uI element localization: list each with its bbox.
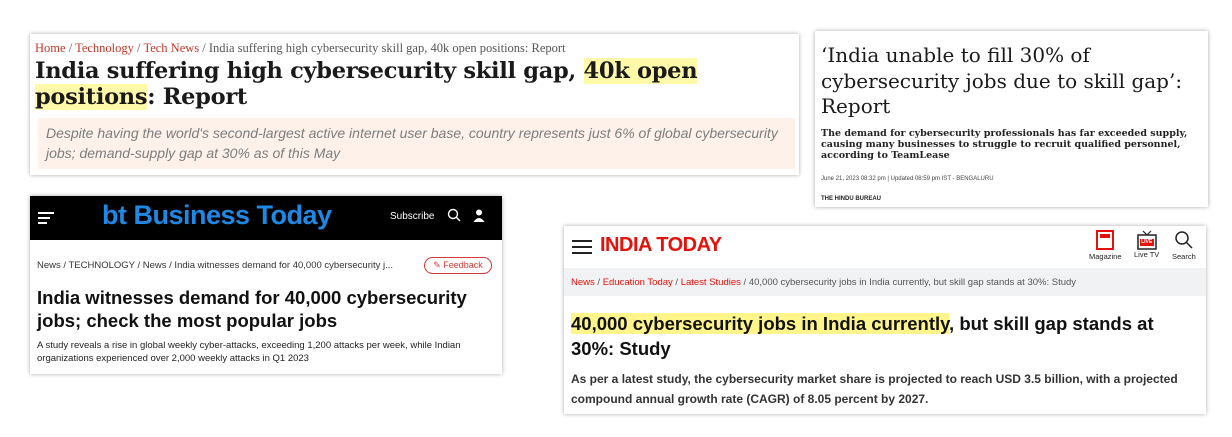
pencil-icon: ✎ bbox=[433, 260, 441, 270]
headline-part1: India suffering high cybersecurity skill… bbox=[35, 58, 584, 84]
subscribe-button[interactable]: Subscribe bbox=[390, 211, 434, 222]
article-card-2: ‘India unable to fill 30% of cybersecuri… bbox=[815, 31, 1208, 207]
breadcrumb-separator: / bbox=[675, 277, 679, 288]
subheadline: A study reveals a rise in global weekly … bbox=[37, 340, 461, 364]
feedback-label: Feedback bbox=[443, 260, 483, 270]
breadcrumb[interactable]: News / TECHNOLOGY / News / India witness… bbox=[37, 260, 393, 271]
breadcrumb-news-link[interactable]: News bbox=[571, 277, 595, 288]
magazine-label: Magazine bbox=[1089, 252, 1122, 261]
menu-icon[interactable] bbox=[38, 212, 54, 227]
breadcrumb-technology-link[interactable]: Technology bbox=[75, 41, 134, 55]
summary: The demand for cybersecurity professiona… bbox=[821, 127, 1188, 161]
menu-icon[interactable] bbox=[572, 240, 592, 258]
live-tv-label: Live TV bbox=[1134, 250, 1160, 259]
user-icon[interactable] bbox=[473, 209, 485, 222]
live-tv-button[interactable]: LIVE Live TV bbox=[1134, 230, 1159, 259]
site-logo[interactable]: INDIA TODAY bbox=[600, 234, 722, 257]
byline: THE HINDU BUREAU bbox=[821, 195, 881, 202]
logo-mark: bt bbox=[102, 200, 127, 230]
magazine-icon bbox=[1096, 230, 1115, 250]
search-label: Search bbox=[1172, 252, 1196, 261]
tv-icon: LIVE bbox=[1136, 230, 1157, 250]
headline: India witnesses demand for 40,000 cybers… bbox=[37, 287, 467, 331]
headline: 40,000 cybersecurity jobs in India curre… bbox=[571, 311, 1201, 361]
magazine-button[interactable]: Magazine bbox=[1089, 230, 1122, 261]
breadcrumb-latest-studies-link[interactable]: Latest Studies bbox=[681, 277, 741, 288]
headline-highlight: 40,000 cybersecurity jobs in India curre… bbox=[571, 313, 950, 334]
article-card-1: Home / Technology / Tech News / India su… bbox=[30, 34, 799, 175]
breadcrumb-separator: / bbox=[202, 41, 206, 55]
subheadline: As per a latest study, the cybersecurity… bbox=[571, 372, 1178, 406]
feedback-button[interactable]: ✎ Feedback bbox=[424, 257, 492, 274]
breadcrumb-separator: / bbox=[743, 277, 747, 288]
breadcrumb-bar: News / Education Today / Latest Studies … bbox=[564, 268, 1206, 296]
search-icon bbox=[1175, 231, 1193, 249]
breadcrumb: News / Education Today / Latest Studies … bbox=[571, 277, 1076, 288]
headline: India suffering high cybersecurity skill… bbox=[35, 58, 799, 110]
site-logo[interactable]: bt Business Today bbox=[102, 200, 332, 231]
headline: ‘India unable to fill 30% of cybersecuri… bbox=[821, 43, 1183, 118]
article-card-3: bt Business Today Subscribe News / TECHN… bbox=[30, 196, 502, 374]
breadcrumb-current: India suffering high cybersecurity skill… bbox=[208, 41, 566, 55]
breadcrumb-home-link[interactable]: Home bbox=[35, 41, 66, 55]
search-icon[interactable] bbox=[447, 208, 461, 222]
breadcrumb-separator: / bbox=[137, 41, 141, 55]
article-card-4: INDIA TODAY Magazine LIVE Live TV Search… bbox=[564, 226, 1206, 414]
breadcrumb-tech-news-link[interactable]: Tech News bbox=[143, 41, 199, 55]
breadcrumb-current: 40,000 cybersecurity jobs in India curre… bbox=[748, 277, 1077, 288]
search-button[interactable]: Search bbox=[1172, 230, 1196, 261]
breadcrumb-separator: / bbox=[597, 277, 601, 288]
breadcrumb-education-today-link[interactable]: Education Today bbox=[603, 277, 673, 288]
headline-part2: : Report bbox=[147, 84, 247, 110]
subheadline: Despite having the world's second-larges… bbox=[38, 118, 795, 169]
site-header: bt Business Today Subscribe bbox=[30, 196, 502, 240]
publish-meta: June 21, 2023 08:32 pm | Updated 08:59 p… bbox=[821, 175, 994, 182]
breadcrumb: Home / Technology / Tech News / India su… bbox=[35, 41, 799, 56]
breadcrumb-separator: / bbox=[68, 41, 73, 55]
site-header: INDIA TODAY Magazine LIVE Live TV Search bbox=[564, 226, 1206, 266]
logo-text: Business Today bbox=[133, 200, 333, 230]
live-badge: LIVE bbox=[1139, 239, 1154, 246]
